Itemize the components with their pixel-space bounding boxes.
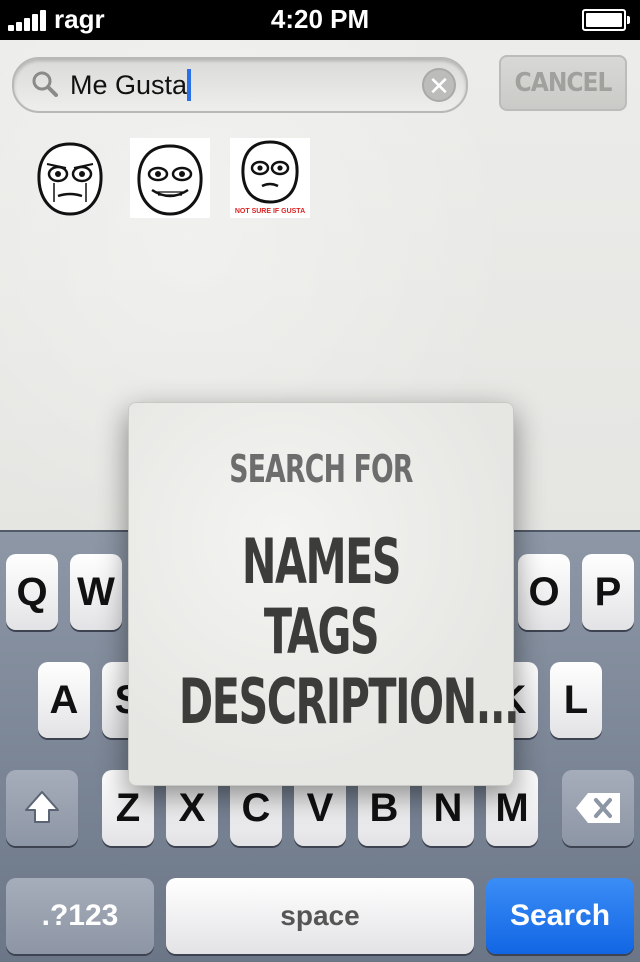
me-gusta-face-image xyxy=(37,142,103,216)
key-q[interactable]: Q xyxy=(6,554,58,630)
cancel-button[interactable]: CANCEL xyxy=(499,55,627,111)
shift-key[interactable] xyxy=(6,770,78,846)
backspace-key[interactable] xyxy=(562,770,634,846)
key-l[interactable]: L xyxy=(550,662,602,738)
search-input[interactable]: Me Gusta ✕ xyxy=(12,57,468,113)
status-bar: ragr 4:20 PM xyxy=(0,0,640,40)
battery-icon xyxy=(582,9,630,31)
overlay-line-tags: TAGS xyxy=(263,595,380,668)
clear-icon[interactable]: ✕ xyxy=(422,68,456,102)
backspace-icon xyxy=(576,793,620,823)
search-key[interactable]: Search xyxy=(486,878,634,954)
key-w[interactable]: W xyxy=(70,554,122,630)
overlay-line-names: NAMES xyxy=(241,525,402,598)
search-query: Me Gusta xyxy=(70,69,192,101)
shift-icon xyxy=(25,791,59,823)
search-hint-overlay: SEARCH FOR NAMES TAGS DESCRIPTION... xyxy=(128,402,520,786)
numbers-key[interactable]: .?123 xyxy=(6,878,154,954)
result-thumbnail[interactable] xyxy=(30,138,110,218)
space-key[interactable]: space xyxy=(166,878,474,954)
search-query-text: Me Gusta xyxy=(70,70,188,100)
me-gusta-face-image xyxy=(137,144,203,216)
thumbnail-caption: NOT SURE IF GUSTA xyxy=(234,208,306,215)
status-time: 4:20 PM xyxy=(270,4,370,34)
overlay-line-description: DESCRIPTION... xyxy=(178,665,520,738)
key-a[interactable]: A xyxy=(38,662,90,738)
result-thumbnail[interactable]: NOT SURE IF GUSTA xyxy=(230,138,310,218)
key-p[interactable]: P xyxy=(582,554,634,630)
result-thumbnail[interactable] xyxy=(130,138,210,218)
me-gusta-face-image xyxy=(241,140,299,204)
key-o[interactable]: O xyxy=(518,554,570,630)
overlay-heading: SEARCH FOR xyxy=(229,447,413,491)
text-caret xyxy=(187,69,192,101)
search-icon xyxy=(32,71,58,97)
